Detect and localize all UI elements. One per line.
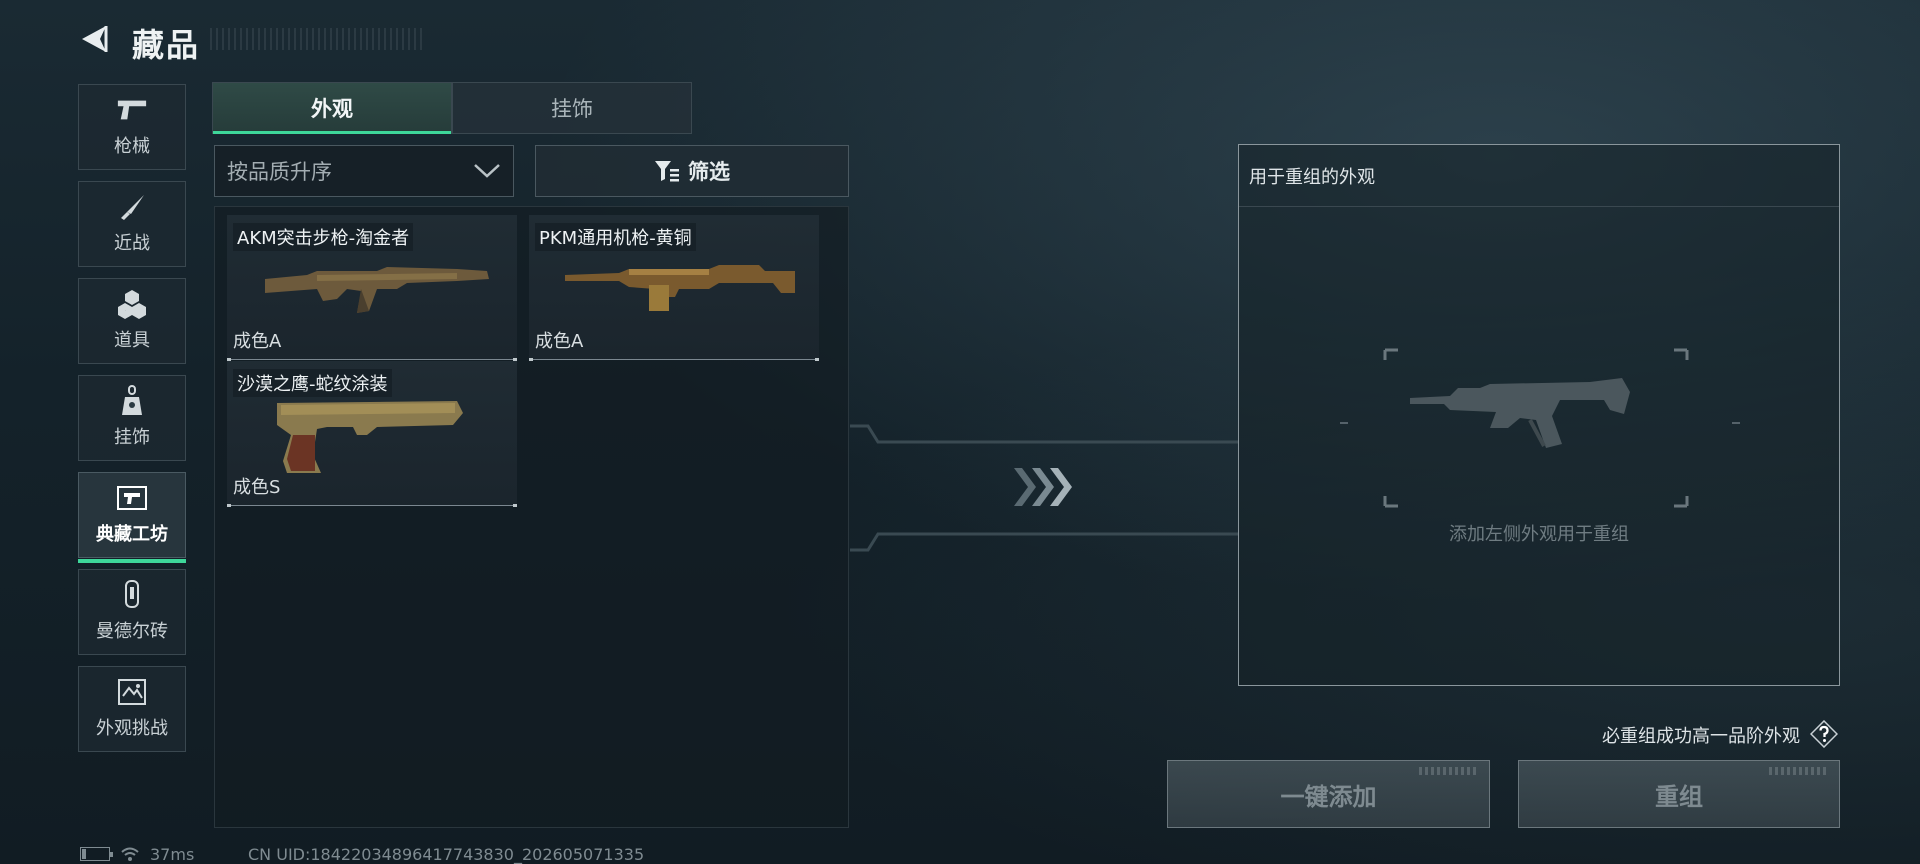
sidebar-item-label: 曼德尔砖 [96,621,168,642]
ping-value: 37ms [150,844,195,864]
card-corner [529,358,533,361]
item-grade: 成色S [233,477,281,498]
workshop-icon [116,484,148,512]
sidebar-item-label: 近战 [114,233,150,254]
sidebar-item-guns[interactable]: 枪械 [78,84,186,170]
knife-icon [116,193,148,221]
sort-value: 按品质升序 [227,160,332,184]
guarantee-text: 必重组成功高一品阶外观 [1602,726,1800,747]
rifle-icon [265,267,489,313]
sidebar-item-items[interactable]: 道具 [78,278,186,364]
sidebar-item-melee[interactable]: 近战 [78,181,186,267]
add-all-label: 一键添加 [1280,782,1377,811]
card-corner [227,504,231,507]
empty-slot[interactable] [1340,348,1740,508]
brick-icon [116,580,148,609]
tab-underline [213,131,451,134]
item-name: PKM通用机枪-黄铜 [535,223,696,251]
item-grid: AKM突击步枪-淘金者 成色A PKM通用机枪-黄铜 成色A 沙漠之鹰-蛇纹涂装… [214,206,849,828]
machine-gun-icon [565,265,795,311]
tab-charms[interactable]: 挂饰 [452,82,692,134]
sidebar-item-label: 道具 [114,330,150,351]
item-grade: 成色A [233,331,282,352]
challenge-icon [116,678,148,706]
tab-appearance[interactable]: 外观 [212,82,452,134]
sidebar-item-charms[interactable]: 挂饰 [78,375,186,461]
charm-icon [116,385,148,415]
add-all-button[interactable]: 一键添加 [1167,760,1490,828]
sort-dropdown[interactable]: 按品质升序 [214,145,514,197]
tab-label: 外观 [311,97,353,121]
tab-label: 挂饰 [551,97,593,121]
pistol-icon [116,96,148,124]
item-card[interactable]: 沙漠之鹰-蛇纹涂装 成色S [227,361,517,507]
sidebar-item-skin-challenge[interactable]: 外观挑战 [78,666,186,752]
chevron-down-icon [474,164,500,178]
filter-label: 筛选 [688,160,730,184]
status-bar: 37ms [80,844,195,864]
item-name: 沙漠之鹰-蛇纹涂装 [233,369,392,397]
battery-icon [80,847,113,861]
button-decoration [1769,767,1829,775]
item-card[interactable]: PKM通用机枪-黄铜 成色A [529,215,819,361]
card-corner [815,358,819,361]
sidebar-item-label: 典藏工坊 [96,524,168,545]
filter-icon [655,161,679,182]
pistol-icon [277,401,463,473]
recombine-panel-title: 用于重组的外观 [1249,167,1375,188]
recombine-button[interactable]: 重组 [1518,760,1840,828]
sidebar-item-label: 枪械 [114,136,150,157]
cubes-icon [116,290,148,319]
button-decoration [1419,767,1479,775]
sidebar-item-label: 挂饰 [114,427,150,448]
sidebar-item-label: 外观挑战 [96,718,168,739]
filter-button[interactable]: 筛选 [535,145,849,197]
item-name: AKM突击步枪-淘金者 [233,223,414,251]
back-button[interactable] [78,22,112,56]
recombine-label: 重组 [1655,782,1703,811]
active-indicator [78,559,186,563]
page-title: 藏品 [132,26,201,64]
sidebar-item-workshop[interactable]: 典藏工坊 [78,472,186,563]
recombine-hint: 添加左侧外观用于重组 [1449,524,1629,545]
wifi-icon [121,847,139,861]
uid-text: CN UID:18422034896417743830_202605071335 [248,845,645,864]
back-arrow-icon [82,26,108,52]
title-decoration [210,28,426,50]
card-corner [513,504,517,507]
chevrons-right-icon [1014,468,1072,506]
help-icon[interactable] [1810,720,1838,748]
sidebar-item-mandel-brick[interactable]: 曼德尔砖 [78,569,186,655]
item-grade: 成色A [535,331,584,352]
item-card[interactable]: AKM突击步枪-淘金者 成色A [227,215,517,361]
recombine-panel-header: 用于重组的外观 [1239,145,1839,207]
